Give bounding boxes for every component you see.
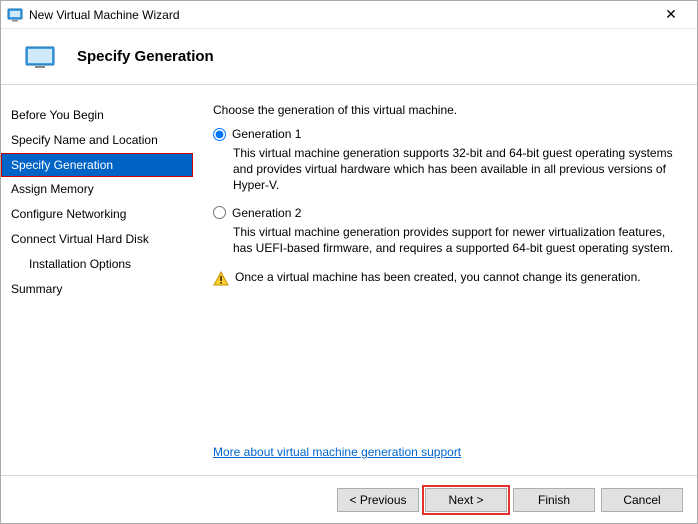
step-summary[interactable]: Summary: [1, 277, 193, 302]
app-icon: [7, 7, 23, 23]
wizard-footer: < Previous Next > Finish Cancel: [1, 475, 697, 523]
cancel-button[interactable]: Cancel: [601, 488, 683, 512]
page-title: Specify Generation: [77, 48, 214, 65]
radio-generation-1[interactable]: [213, 128, 226, 141]
finish-button[interactable]: Finish: [513, 488, 595, 512]
wizard-content: Choose the generation of this virtual ma…: [193, 85, 697, 475]
desc-generation-2: This virtual machine generation provides…: [233, 224, 675, 256]
step-configure-networking[interactable]: Configure Networking: [1, 202, 193, 227]
wizard-steps-sidebar: Before You Begin Specify Name and Locati…: [1, 85, 193, 475]
warning-icon: [213, 271, 229, 287]
step-installation-options[interactable]: Installation Options: [1, 252, 193, 277]
wizard-header: Specify Generation: [1, 29, 697, 85]
window-title: New Virtual Machine Wizard: [29, 8, 651, 22]
next-button[interactable]: Next >: [425, 488, 507, 512]
step-assign-memory[interactable]: Assign Memory: [1, 177, 193, 202]
help-link[interactable]: More about virtual machine generation su…: [213, 445, 675, 459]
desc-generation-1: This virtual machine generation supports…: [233, 145, 675, 194]
label-generation-1[interactable]: Generation 1: [232, 127, 301, 141]
close-button[interactable]: ✕: [651, 6, 691, 23]
label-generation-2[interactable]: Generation 2: [232, 206, 301, 220]
step-connect-vhd[interactable]: Connect Virtual Hard Disk: [1, 227, 193, 252]
warning-row: Once a virtual machine has been created,…: [213, 270, 675, 287]
step-specify-generation[interactable]: Specify Generation: [1, 153, 193, 178]
titlebar: New Virtual Machine Wizard ✕: [1, 1, 697, 29]
step-specify-name-location[interactable]: Specify Name and Location: [1, 128, 193, 153]
header-icon: [25, 46, 55, 68]
option-generation-2: Generation 2 This virtual machine genera…: [213, 206, 675, 256]
previous-button[interactable]: < Previous: [337, 488, 419, 512]
wizard-body: Before You Begin Specify Name and Locati…: [1, 85, 697, 475]
content-prompt: Choose the generation of this virtual ma…: [213, 103, 675, 117]
step-before-you-begin[interactable]: Before You Begin: [1, 103, 193, 128]
option-generation-1: Generation 1 This virtual machine genera…: [213, 127, 675, 194]
wizard-window: New Virtual Machine Wizard ✕ Specify Gen…: [0, 0, 698, 524]
warning-text: Once a virtual machine has been created,…: [235, 270, 641, 284]
radio-generation-2[interactable]: [213, 206, 226, 219]
